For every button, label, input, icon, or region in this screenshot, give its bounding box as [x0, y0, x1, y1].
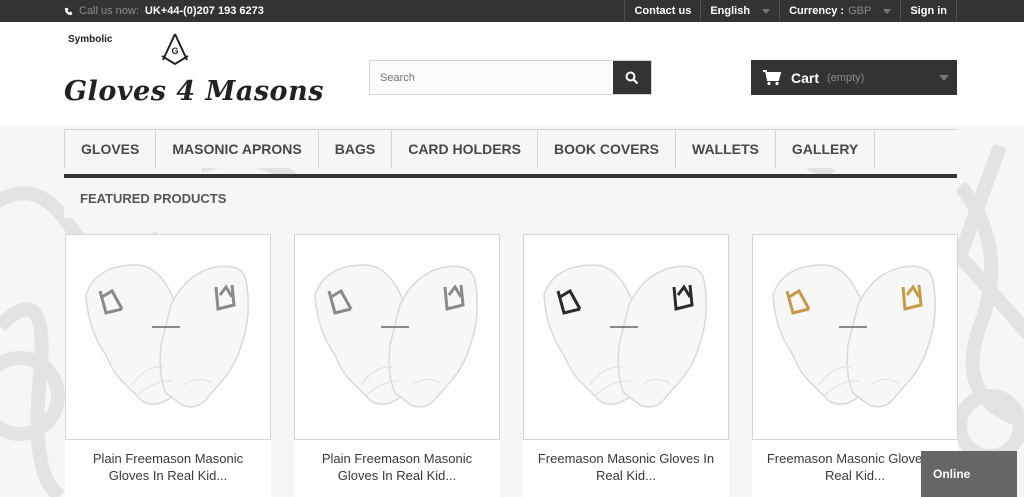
language-value: English	[710, 5, 751, 17]
search-button[interactable]	[613, 61, 651, 94]
logo-name: Gloves 4 Masons	[64, 76, 324, 107]
cart-label: Cart	[791, 69, 820, 86]
sign-in-link[interactable]: Sign in	[900, 0, 957, 22]
gloves-image	[85, 264, 249, 408]
product-image[interactable]	[523, 234, 729, 440]
chevron-down-icon	[939, 75, 949, 81]
menu-item-bags[interactable]: BAGS	[318, 130, 393, 168]
main-menu: GLOVES MASONIC APRONS BAGS CARD HOLDERS …	[64, 129, 957, 168]
product-card[interactable]: Freemason Masonic Gloves In Real Kid...	[523, 234, 729, 497]
chat-status-label: Online	[933, 467, 971, 481]
currency-value: GBP	[848, 5, 872, 17]
menu-item-card-holders[interactable]: CARD HOLDERS	[392, 130, 538, 168]
product-image[interactable]	[294, 234, 500, 440]
product-image[interactable]	[65, 234, 271, 440]
product-title[interactable]: Plain Freemason Masonic Gloves In Real K…	[73, 450, 263, 484]
product-image[interactable]	[752, 234, 958, 440]
call-us-label: Call us now:	[79, 5, 139, 17]
chevron-down-icon	[762, 8, 771, 14]
logo-subtitle: Symbolic	[68, 34, 113, 45]
site-logo[interactable]: Symbolic G Gloves 4 Masons	[64, 30, 323, 112]
square-compass-icon: G	[161, 33, 189, 66]
menu-item-book-covers[interactable]: BOOK COVERS	[537, 130, 676, 168]
cart-status: (empty)	[827, 71, 865, 84]
svg-text:G: G	[171, 46, 178, 56]
gloves-image	[314, 264, 478, 408]
search-icon	[625, 71, 639, 84]
menu-item-masonic-aprons[interactable]: MASONIC APRONS	[156, 130, 319, 168]
product-card[interactable]: Plain Freemason Masonic Gloves In Real K…	[294, 234, 500, 497]
menu-item-wallets[interactable]: WALLETS	[676, 130, 776, 168]
menu-item-gloves[interactable]: GLOVES	[64, 130, 157, 168]
call-us: Call us now: UK+44-(0)207 193 6273	[64, 0, 264, 22]
currency-selector[interactable]: Currency : GBP	[779, 0, 900, 22]
sign-in-label: Sign in	[910, 5, 947, 17]
chevron-down-icon	[883, 8, 892, 14]
phone-icon	[64, 7, 73, 15]
cart-button[interactable]: Cart (empty)	[751, 60, 957, 95]
menu-item-gallery[interactable]: GALLERY	[775, 130, 876, 168]
top-nav: Contact us English Currency : GBP Sign in	[624, 0, 957, 22]
search-input[interactable]	[370, 61, 613, 94]
top-bar: Call us now: UK+44-(0)207 193 6273 Conta…	[0, 0, 1024, 22]
featured-products-heading: FEATURED PRODUCTS	[64, 178, 957, 218]
contact-us-label: Contact us	[634, 5, 692, 17]
language-selector[interactable]: English	[700, 0, 779, 22]
product-title[interactable]: Plain Freemason Masonic Gloves In Real K…	[302, 450, 492, 484]
search-box	[369, 60, 652, 95]
gloves-image	[543, 264, 707, 408]
gloves-image	[772, 264, 936, 408]
phone-number: UK+44-(0)207 193 6273	[144, 5, 264, 17]
currency-label: Currency :	[789, 5, 845, 17]
chat-status-widget[interactable]: Online	[921, 451, 1017, 497]
contact-us-link[interactable]: Contact us	[624, 0, 700, 22]
shopping-cart-icon	[763, 69, 781, 85]
product-title[interactable]: Freemason Masonic Gloves In Real Kid...	[531, 450, 721, 484]
product-card[interactable]: Plain Freemason Masonic Gloves In Real K…	[65, 234, 271, 497]
